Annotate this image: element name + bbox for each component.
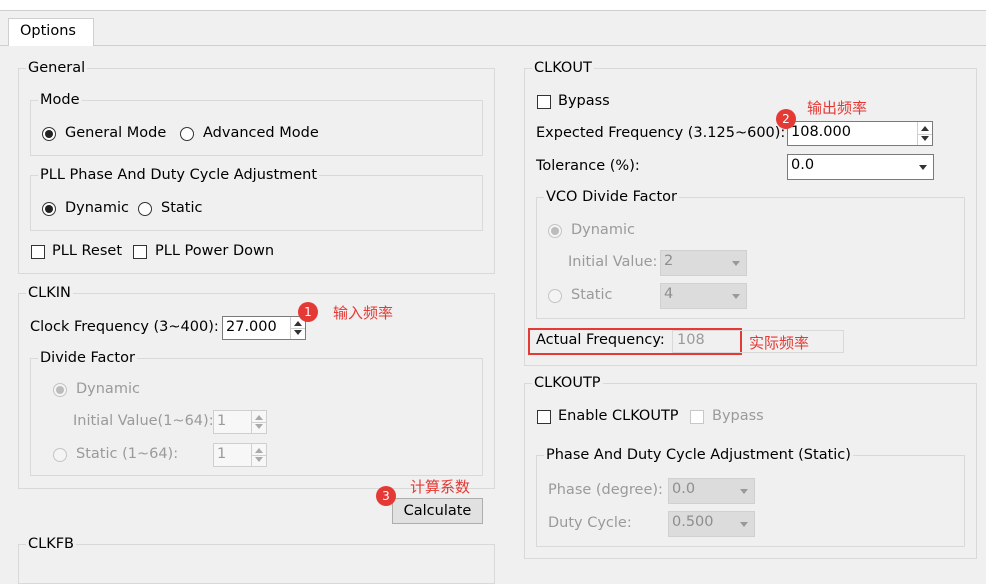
general-mode-radio[interactable] (42, 127, 56, 141)
pll-static-label: Static (161, 200, 203, 216)
divide-initial-stepper[interactable] (251, 411, 266, 433)
vco-dynamic-label: Dynamic (571, 222, 635, 238)
actual-frequency-label: Actual Frequency: (536, 332, 665, 348)
enable-clkoutp-checkbox[interactable] (537, 410, 551, 424)
annotation-text-2: 输出频率 (807, 99, 868, 117)
duty-cycle-value: 0.500 (672, 514, 714, 530)
divide-static-value: 1 (217, 446, 227, 462)
chevron-up-icon[interactable] (294, 321, 302, 326)
divide-static-label: Static (1~64): (76, 446, 179, 462)
annotation-text-3: 计算系数 (410, 478, 471, 496)
chevron-down-icon (740, 489, 748, 494)
vco-static-label: Static (571, 287, 613, 303)
divide-dynamic-radio[interactable] (53, 383, 67, 397)
clock-frequency-label: Clock Frequency (3~400): (30, 319, 219, 335)
tab-options-label: Options (20, 23, 76, 39)
vco-static-select[interactable]: 4 (660, 283, 747, 309)
general-title: General (26, 60, 88, 76)
divide-initial-label: Initial Value(1~64): (73, 413, 214, 429)
mode-title: Mode (38, 92, 82, 108)
expected-frequency-stepper[interactable] (917, 122, 932, 145)
clkoutp-title: CLKOUTP (532, 375, 603, 391)
actual-frequency-value: 108 (677, 332, 705, 348)
pll-power-down-label: PLL Power Down (155, 243, 275, 259)
actual-frequency-note: 实际频率 (749, 334, 810, 352)
clkout-title: CLKOUT (532, 60, 594, 76)
chevron-down-icon[interactable] (294, 330, 302, 335)
clkfb-group (18, 544, 495, 584)
expected-frequency-value: 108.000 (791, 124, 851, 140)
clkin-title: CLKIN (26, 285, 73, 301)
expected-frequency-input[interactable]: 108.000 (787, 121, 933, 146)
divide-static-stepper[interactable] (251, 444, 266, 466)
phase-degree-select[interactable]: 0.0 (668, 478, 755, 504)
vco-initial-select[interactable]: 2 (660, 250, 747, 276)
chevron-down-icon (919, 165, 927, 170)
enable-clkoutp-label: Enable CLKOUTP (558, 408, 679, 424)
vco-static-value: 4 (664, 286, 674, 302)
chevron-down-icon (732, 261, 740, 266)
top-toolbar-strip (0, 0, 986, 11)
pll-reset-checkbox[interactable] (31, 245, 45, 259)
divide-factor-title: Divide Factor (38, 350, 137, 366)
chevron-down-icon[interactable] (921, 136, 929, 141)
pll-static-radio[interactable] (138, 202, 152, 216)
calculate-button[interactable]: Calculate (392, 498, 483, 524)
chevron-up-icon[interactable] (921, 126, 929, 131)
tolerance-select[interactable]: 0.0 (787, 154, 934, 180)
clkoutp-bypass-checkbox[interactable] (690, 410, 704, 424)
tolerance-label: Tolerance (%): (536, 158, 640, 174)
clkout-bypass-label: Bypass (558, 93, 610, 109)
pll-dynamic-label: Dynamic (65, 200, 129, 216)
chevron-down-icon (740, 522, 748, 527)
annotation-text-1: 输入频率 (333, 304, 394, 322)
pll-power-down-checkbox[interactable] (133, 245, 147, 259)
vco-static-radio[interactable] (548, 289, 562, 303)
vco-dynamic-radio[interactable] (548, 224, 562, 238)
clkout-bypass-checkbox[interactable] (537, 95, 551, 109)
pll-adjust-title: PLL Phase And Duty Cycle Adjustment (38, 167, 320, 183)
phase-degree-label: Phase (degree): (548, 482, 663, 498)
chevron-down-icon (732, 294, 740, 299)
clkoutp-bypass-label: Bypass (712, 408, 764, 424)
divide-initial-input[interactable]: 1 (213, 410, 267, 434)
vco-initial-value: 2 (664, 253, 674, 269)
general-mode-label: General Mode (65, 125, 167, 141)
clock-frequency-value: 27.000 (226, 319, 277, 335)
duty-cycle-select[interactable]: 0.500 (668, 511, 755, 537)
pll-dynamic-radio[interactable] (42, 202, 56, 216)
annotation-badge-2: 2 (776, 109, 796, 129)
divide-static-input[interactable]: 1 (213, 443, 267, 467)
phase-duty-title: Phase And Duty Cycle Adjustment (Static) (544, 447, 853, 463)
vco-initial-label: Initial Value: (568, 254, 658, 270)
annotation-badge-1: 1 (298, 302, 318, 322)
tab-options[interactable]: Options (8, 18, 94, 46)
advanced-mode-radio[interactable] (180, 127, 194, 141)
divide-dynamic-label: Dynamic (76, 381, 140, 397)
expected-frequency-label: Expected Frequency (3.125~600): (536, 125, 786, 141)
phase-degree-value: 0.0 (672, 481, 696, 497)
clock-frequency-input[interactable]: 27.000 (222, 316, 306, 340)
annotation-badge-3: 3 (376, 486, 396, 506)
pll-reset-label: PLL Reset (52, 243, 123, 259)
duty-cycle-label: Duty Cycle: (548, 515, 632, 531)
vco-divide-title: VCO Divide Factor (544, 189, 679, 205)
divide-static-radio[interactable] (53, 448, 67, 462)
clkfb-title: CLKFB (26, 536, 76, 552)
advanced-mode-label: Advanced Mode (203, 125, 319, 141)
divide-initial-value: 1 (217, 413, 227, 429)
tolerance-value: 0.0 (791, 157, 815, 173)
